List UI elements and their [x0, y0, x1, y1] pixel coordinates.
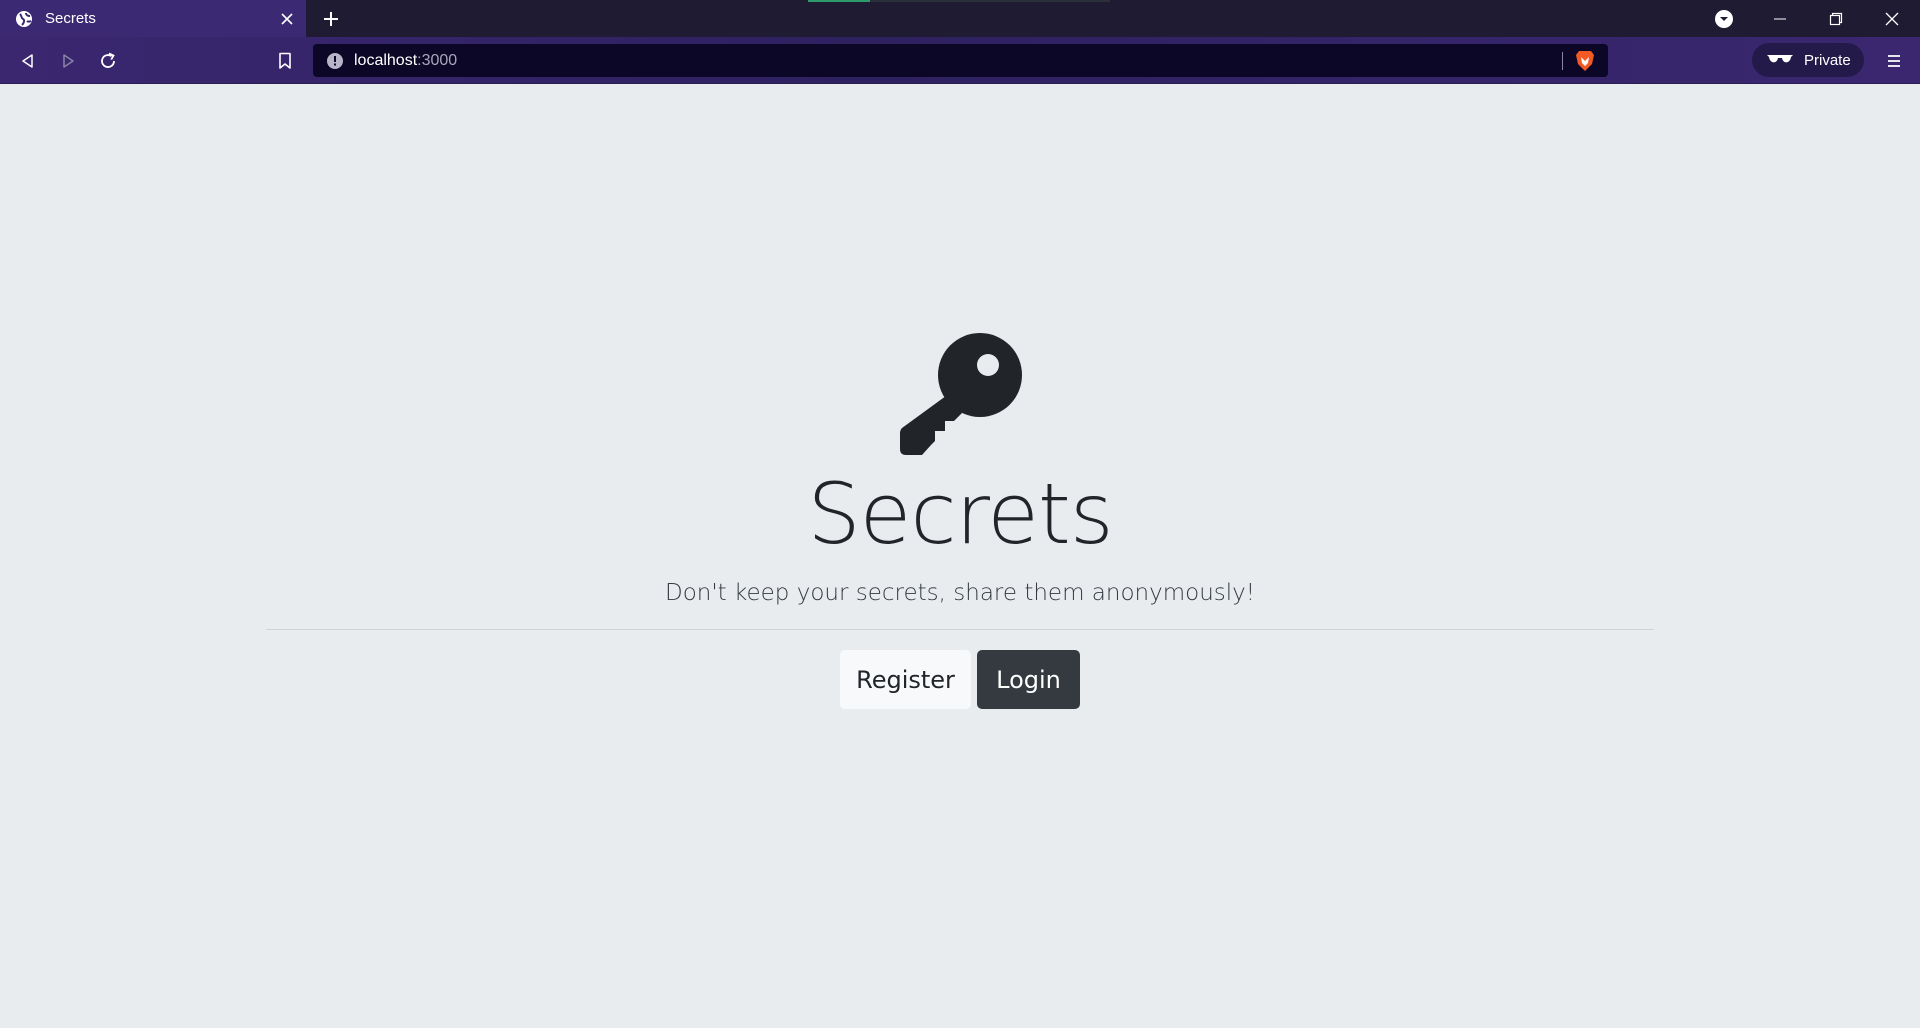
close-icon[interactable]: [274, 6, 300, 32]
divider: [266, 629, 1654, 630]
back-button[interactable]: [14, 47, 42, 75]
url-text[interactable]: localhost:3000: [354, 52, 457, 70]
login-button[interactable]: Login: [977, 650, 1080, 709]
page-lead-text: Don't keep your secrets, share them anon…: [665, 580, 1255, 606]
private-label: Private: [1804, 51, 1851, 69]
key-icon: [898, 333, 1022, 457]
tab-title: Secrets: [45, 10, 96, 27]
bookmark-button[interactable]: [271, 47, 299, 75]
private-window-indicator[interactable]: Private: [1752, 43, 1864, 77]
profile-dropdown-button[interactable]: [1696, 0, 1752, 37]
page-content: Secrets Don't keep your secrets, share t…: [0, 84, 1920, 1028]
minimize-icon: [1774, 18, 1786, 19]
register-button[interactable]: Register: [840, 650, 971, 709]
browser-toolbar: localhost:3000 Private: [0, 37, 1920, 84]
main-menu-button[interactable]: [1880, 47, 1908, 75]
browser-tab-secrets[interactable]: Secrets: [0, 0, 306, 37]
window-controls: [1696, 0, 1920, 37]
forward-icon: [63, 54, 74, 68]
action-buttons: Register Login: [0, 650, 1920, 709]
url-host: localhost: [354, 51, 418, 69]
close-window-button[interactable]: [1864, 0, 1920, 37]
tab-strip-shadow: [870, 0, 1110, 2]
restore-button[interactable]: [1808, 0, 1864, 37]
globe-icon: [15, 10, 33, 28]
reload-icon: [101, 52, 115, 68]
restore-icon: [1829, 12, 1843, 25]
close-icon: [1885, 12, 1899, 25]
address-bar[interactable]: localhost:3000: [313, 44, 1608, 77]
address-bar-separator: [1562, 52, 1563, 70]
profile-dropdown-icon: [1715, 9, 1733, 28]
tab-strip-indicator: [808, 0, 870, 2]
minimize-button[interactable]: [1752, 0, 1808, 37]
hamburger-menu-icon: [1888, 55, 1900, 67]
info-icon[interactable]: [326, 52, 344, 70]
brave-shields-icon[interactable]: [1574, 50, 1596, 72]
forward-button[interactable]: [54, 47, 82, 75]
back-icon: [22, 54, 33, 68]
glasses-icon: [1766, 51, 1794, 69]
url-port: :3000: [417, 51, 458, 69]
page-title: Secrets: [807, 465, 1113, 563]
bookmark-icon: [279, 52, 291, 69]
new-tab-button[interactable]: [318, 6, 344, 32]
plus-icon: [324, 12, 338, 26]
browser-titlebar: Secrets: [0, 0, 1920, 37]
reload-button[interactable]: [94, 47, 122, 75]
